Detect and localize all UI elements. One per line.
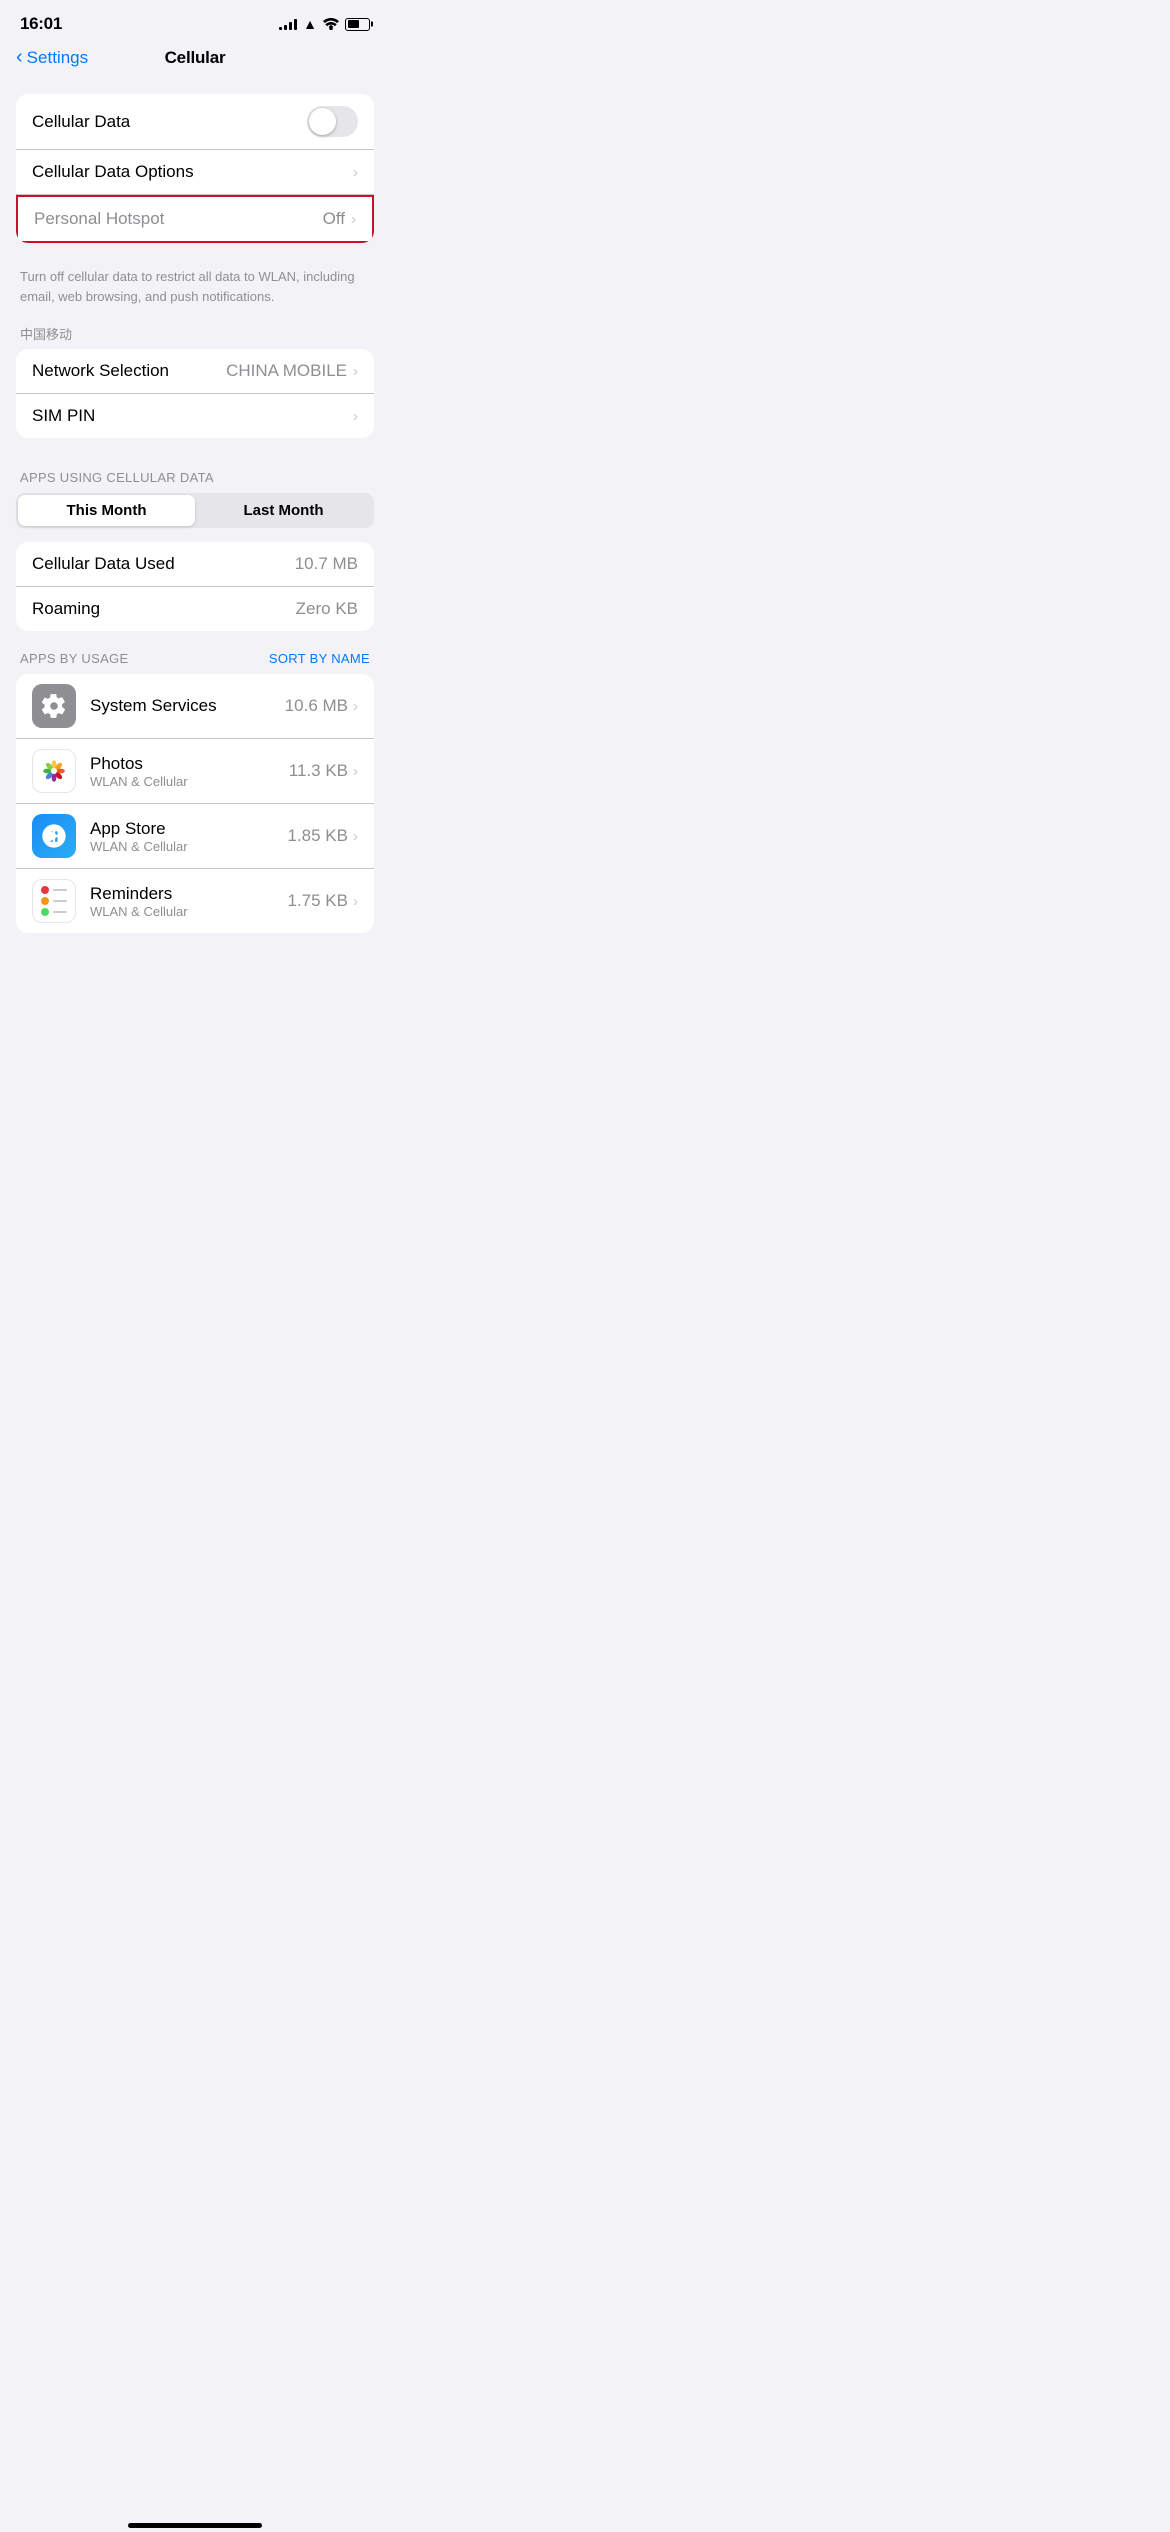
appstore-app-icon [32, 814, 76, 858]
chevron-icon: › [353, 828, 358, 845]
back-button[interactable]: ‹ Settings [16, 47, 88, 69]
sim-pin-row[interactable]: SIM PIN › [16, 394, 374, 438]
roaming-value: Zero KB [296, 599, 358, 619]
size-value: 1.75 KB [288, 891, 349, 911]
status-bar: 16:01 ▲︎ [0, 0, 390, 40]
wifi-icon: ▲︎ [303, 16, 317, 32]
app-sub: WLAN & Cellular [90, 839, 274, 854]
list-item[interactable]: App Store WLAN & Cellular 1.85 KB › [16, 804, 374, 869]
network-selection-right: CHINA MOBILE › [226, 361, 358, 381]
status-icons: ▲︎ [279, 16, 370, 32]
chevron-icon: › [353, 893, 358, 910]
personal-hotspot-value: Off [323, 209, 345, 229]
home-bar [128, 2523, 262, 2528]
list-item[interactable]: Photos WLAN & Cellular 11.3 KB › [16, 739, 374, 804]
appstore-size: 1.85 KB › [288, 826, 359, 846]
photos-app-icon [32, 749, 76, 793]
signal-bars-icon [279, 18, 297, 30]
apps-by-usage-label: APPS BY USAGE [20, 651, 128, 666]
cellular-data-used-value: 10.7 MB [295, 554, 358, 574]
toggle-thumb [309, 108, 336, 135]
content-area: Cellular Data Cellular Data Options › Pe… [0, 78, 390, 965]
cellular-data-options-label: Cellular Data Options [32, 162, 194, 182]
network-group: Network Selection CHINA MOBILE › SIM PIN… [16, 349, 374, 438]
list-item[interactable]: Reminders WLAN & Cellular 1.75 KB › [16, 869, 374, 933]
chevron-icon: › [353, 698, 358, 715]
carrier-label: 中国移动 [0, 320, 390, 349]
cellular-data-toggle[interactable] [307, 106, 358, 137]
page-title: Cellular [165, 48, 226, 68]
personal-hotspot-label: Personal Hotspot [34, 209, 164, 229]
sim-pin-label: SIM PIN [32, 406, 95, 426]
app-name: Reminders [90, 884, 274, 904]
home-indicator [0, 2515, 390, 2532]
system-services-info: System Services [90, 696, 271, 716]
last-month-tab[interactable]: Last Month [195, 495, 372, 526]
size-value: 11.3 KB [289, 761, 348, 781]
size-value: 10.6 MB [285, 696, 348, 716]
apps-section-label: APPS USING CELLULAR DATA [0, 454, 390, 493]
cellular-data-options-row[interactable]: Cellular Data Options › [16, 150, 374, 195]
size-value: 1.85 KB [288, 826, 349, 846]
month-segment-control[interactable]: This Month Last Month [16, 493, 374, 528]
system-services-icon [32, 684, 76, 728]
sort-by-name-button[interactable]: SORT BY NAME [269, 651, 370, 666]
roaming-label: Roaming [32, 599, 100, 619]
chevron-icon: › [353, 363, 358, 380]
list-item[interactable]: System Services 10.6 MB › [16, 674, 374, 739]
app-list: System Services 10.6 MB › [16, 674, 374, 933]
network-selection-label: Network Selection [32, 361, 169, 381]
this-month-tab[interactable]: This Month [18, 495, 195, 526]
cellular-data-options-right: › [353, 164, 358, 181]
back-label: Settings [27, 48, 88, 68]
photos-svg-icon [39, 756, 69, 786]
app-name: App Store [90, 819, 274, 839]
appstore-info: App Store WLAN & Cellular [90, 819, 274, 854]
cellular-data-row[interactable]: Cellular Data [16, 94, 374, 150]
chevron-icon: › [353, 164, 358, 181]
app-name: Photos [90, 754, 275, 774]
app-sub: WLAN & Cellular [90, 904, 274, 919]
reminders-size: 1.75 KB › [288, 891, 359, 911]
personal-hotspot-right: Off › [323, 209, 356, 229]
network-selection-value: CHINA MOBILE [226, 361, 347, 381]
chevron-icon: › [353, 408, 358, 425]
personal-hotspot-row[interactable]: Personal Hotspot Off › [16, 195, 374, 243]
cellular-main-group: Cellular Data Cellular Data Options › Pe… [16, 94, 374, 243]
status-time: 16:01 [20, 14, 62, 34]
app-sub: WLAN & Cellular [90, 774, 275, 789]
gear-svg-icon [41, 693, 67, 719]
chevron-icon: › [351, 211, 356, 228]
apps-by-usage-header: APPS BY USAGE SORT BY NAME [0, 647, 390, 674]
photos-size: 11.3 KB › [289, 761, 358, 781]
system-services-size: 10.6 MB › [285, 696, 358, 716]
wifi-icon [323, 18, 339, 30]
data-stats-card: Cellular Data Used 10.7 MB Roaming Zero … [16, 542, 374, 631]
battery-icon [345, 18, 370, 31]
chevron-icon: › [353, 763, 358, 780]
network-selection-row[interactable]: Network Selection CHINA MOBILE › [16, 349, 374, 394]
reminders-info: Reminders WLAN & Cellular [90, 884, 274, 919]
app-name: System Services [90, 696, 271, 716]
appstore-svg-icon [40, 822, 68, 850]
cellular-description: Turn off cellular data to restrict all d… [0, 259, 390, 320]
reminders-app-icon [32, 879, 76, 923]
cellular-data-used-label: Cellular Data Used [32, 554, 175, 574]
cellular-data-label: Cellular Data [32, 112, 130, 132]
roaming-row: Roaming Zero KB [16, 587, 374, 631]
back-chevron-icon: ‹ [16, 46, 23, 69]
sim-pin-right: › [353, 408, 358, 425]
nav-bar: ‹ Settings Cellular [0, 40, 390, 78]
cellular-data-used-row: Cellular Data Used 10.7 MB [16, 542, 374, 587]
photos-info: Photos WLAN & Cellular [90, 754, 275, 789]
